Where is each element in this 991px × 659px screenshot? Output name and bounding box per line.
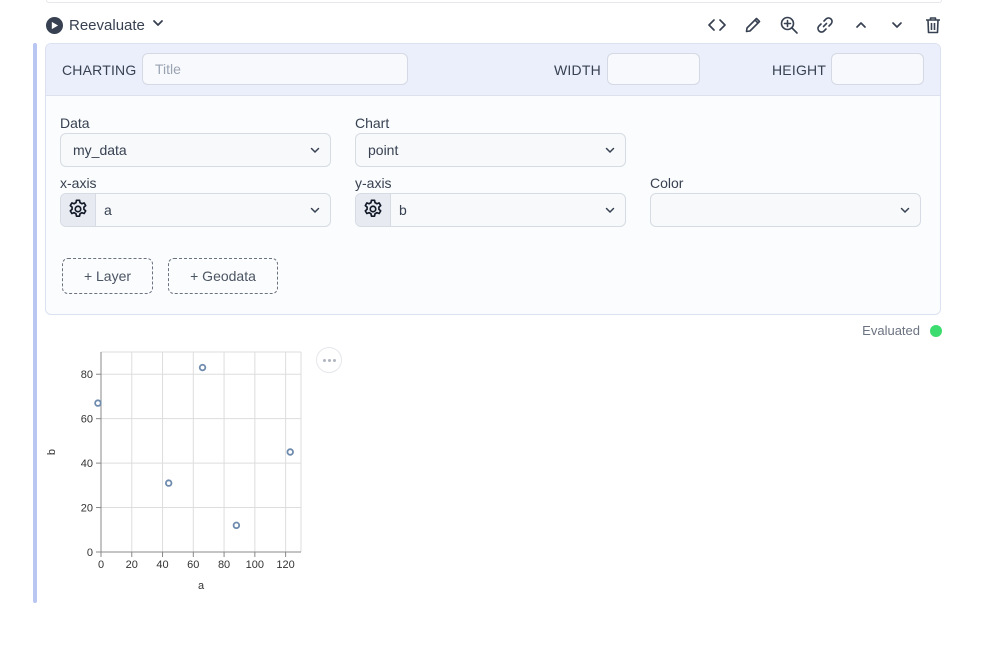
link-icon[interactable] [813,12,837,38]
x-tick-label: 120 [276,559,294,571]
data-point [164,479,173,487]
x-axis-settings-button[interactable] [61,194,96,226]
more-dot-icon [322,358,326,362]
reevaluate-button[interactable]: Reevaluate [46,14,165,36]
x-axis-title: a [198,580,205,592]
more-dot-icon [327,358,331,362]
play-icon [46,16,63,34]
x-tick-label: 100 [246,559,264,571]
charting-panel: CHARTING WIDTH HEIGHT Data my_data Chart… [45,43,941,315]
more-dot-icon [332,358,336,362]
chart-type-select[interactable]: point [355,133,626,167]
add-layer-button[interactable]: + Layer [62,258,153,294]
y-tick-label: 80 [81,369,93,381]
data-point [94,399,102,407]
data-point [232,521,241,530]
y-tick-label: 40 [81,458,93,470]
chart-label: Chart [355,115,390,131]
x-axis-select[interactable]: a [60,193,331,227]
cell-toolbar [705,12,945,38]
y-tick-label: 20 [81,503,93,515]
data-select-value: my_data [73,142,127,158]
width-label: WIDTH [554,62,601,78]
trash-icon[interactable] [921,12,945,38]
evaluation-status: Evaluated [862,323,942,338]
cell-accent-bar [33,43,37,603]
zoom-in-icon[interactable] [777,12,801,38]
x-tick-label: 40 [156,559,168,571]
charting-header: CHARTING WIDTH HEIGHT [46,44,940,96]
reevaluate-label: Reevaluate [69,16,145,34]
color-label: Color [650,175,684,191]
chart-actions-button[interactable] [316,347,342,373]
x-tick-label: 80 [218,559,230,571]
height-input[interactable] [831,53,924,85]
y-axis-label: y-axis [355,175,392,191]
y-tick-label: 60 [81,414,93,426]
chevron-down-icon[interactable] [885,12,909,38]
x-axis-value: a [104,202,112,218]
chart-type-value: point [368,142,399,158]
status-text: Evaluated [862,323,920,338]
chevron-down-icon [151,16,165,34]
scatter-chart: 0 20 40 60 80 100 120 0 20 40 60 80 a b [46,351,302,592]
x-tick-label: 0 [98,559,104,571]
x-tick-label: 20 [126,559,138,571]
x-axis-label: x-axis [60,175,97,191]
pencil-icon[interactable] [741,12,765,38]
data-point [286,448,294,456]
y-axis-select[interactable]: b [355,193,626,227]
title-input[interactable] [142,53,408,85]
gear-icon [67,198,89,223]
data-label: Data [60,115,90,131]
status-dot [930,324,942,337]
gear-icon [362,198,384,223]
chevron-down-icon [595,204,625,216]
data-select[interactable]: my_data [60,133,331,167]
chevron-down-icon [300,204,330,216]
y-axis-value: b [399,202,407,218]
width-input[interactable] [607,53,700,85]
chevron-up-icon[interactable] [849,12,873,38]
y-axis-title: b [46,449,58,455]
height-label: HEIGHT [772,62,827,78]
y-tick-label: 0 [87,547,93,559]
charting-label: CHARTING [62,62,137,78]
previous-cell-border [46,0,942,3]
chevron-down-icon [300,144,330,156]
x-tick-label: 60 [187,559,199,571]
y-axis-settings-button[interactable] [356,194,391,226]
chevron-down-icon [890,204,920,216]
chevron-down-icon [595,144,625,156]
color-select[interactable] [650,193,921,227]
data-point [198,363,207,372]
code-icon[interactable] [705,12,729,38]
add-geodata-button[interactable]: + Geodata [168,258,278,294]
